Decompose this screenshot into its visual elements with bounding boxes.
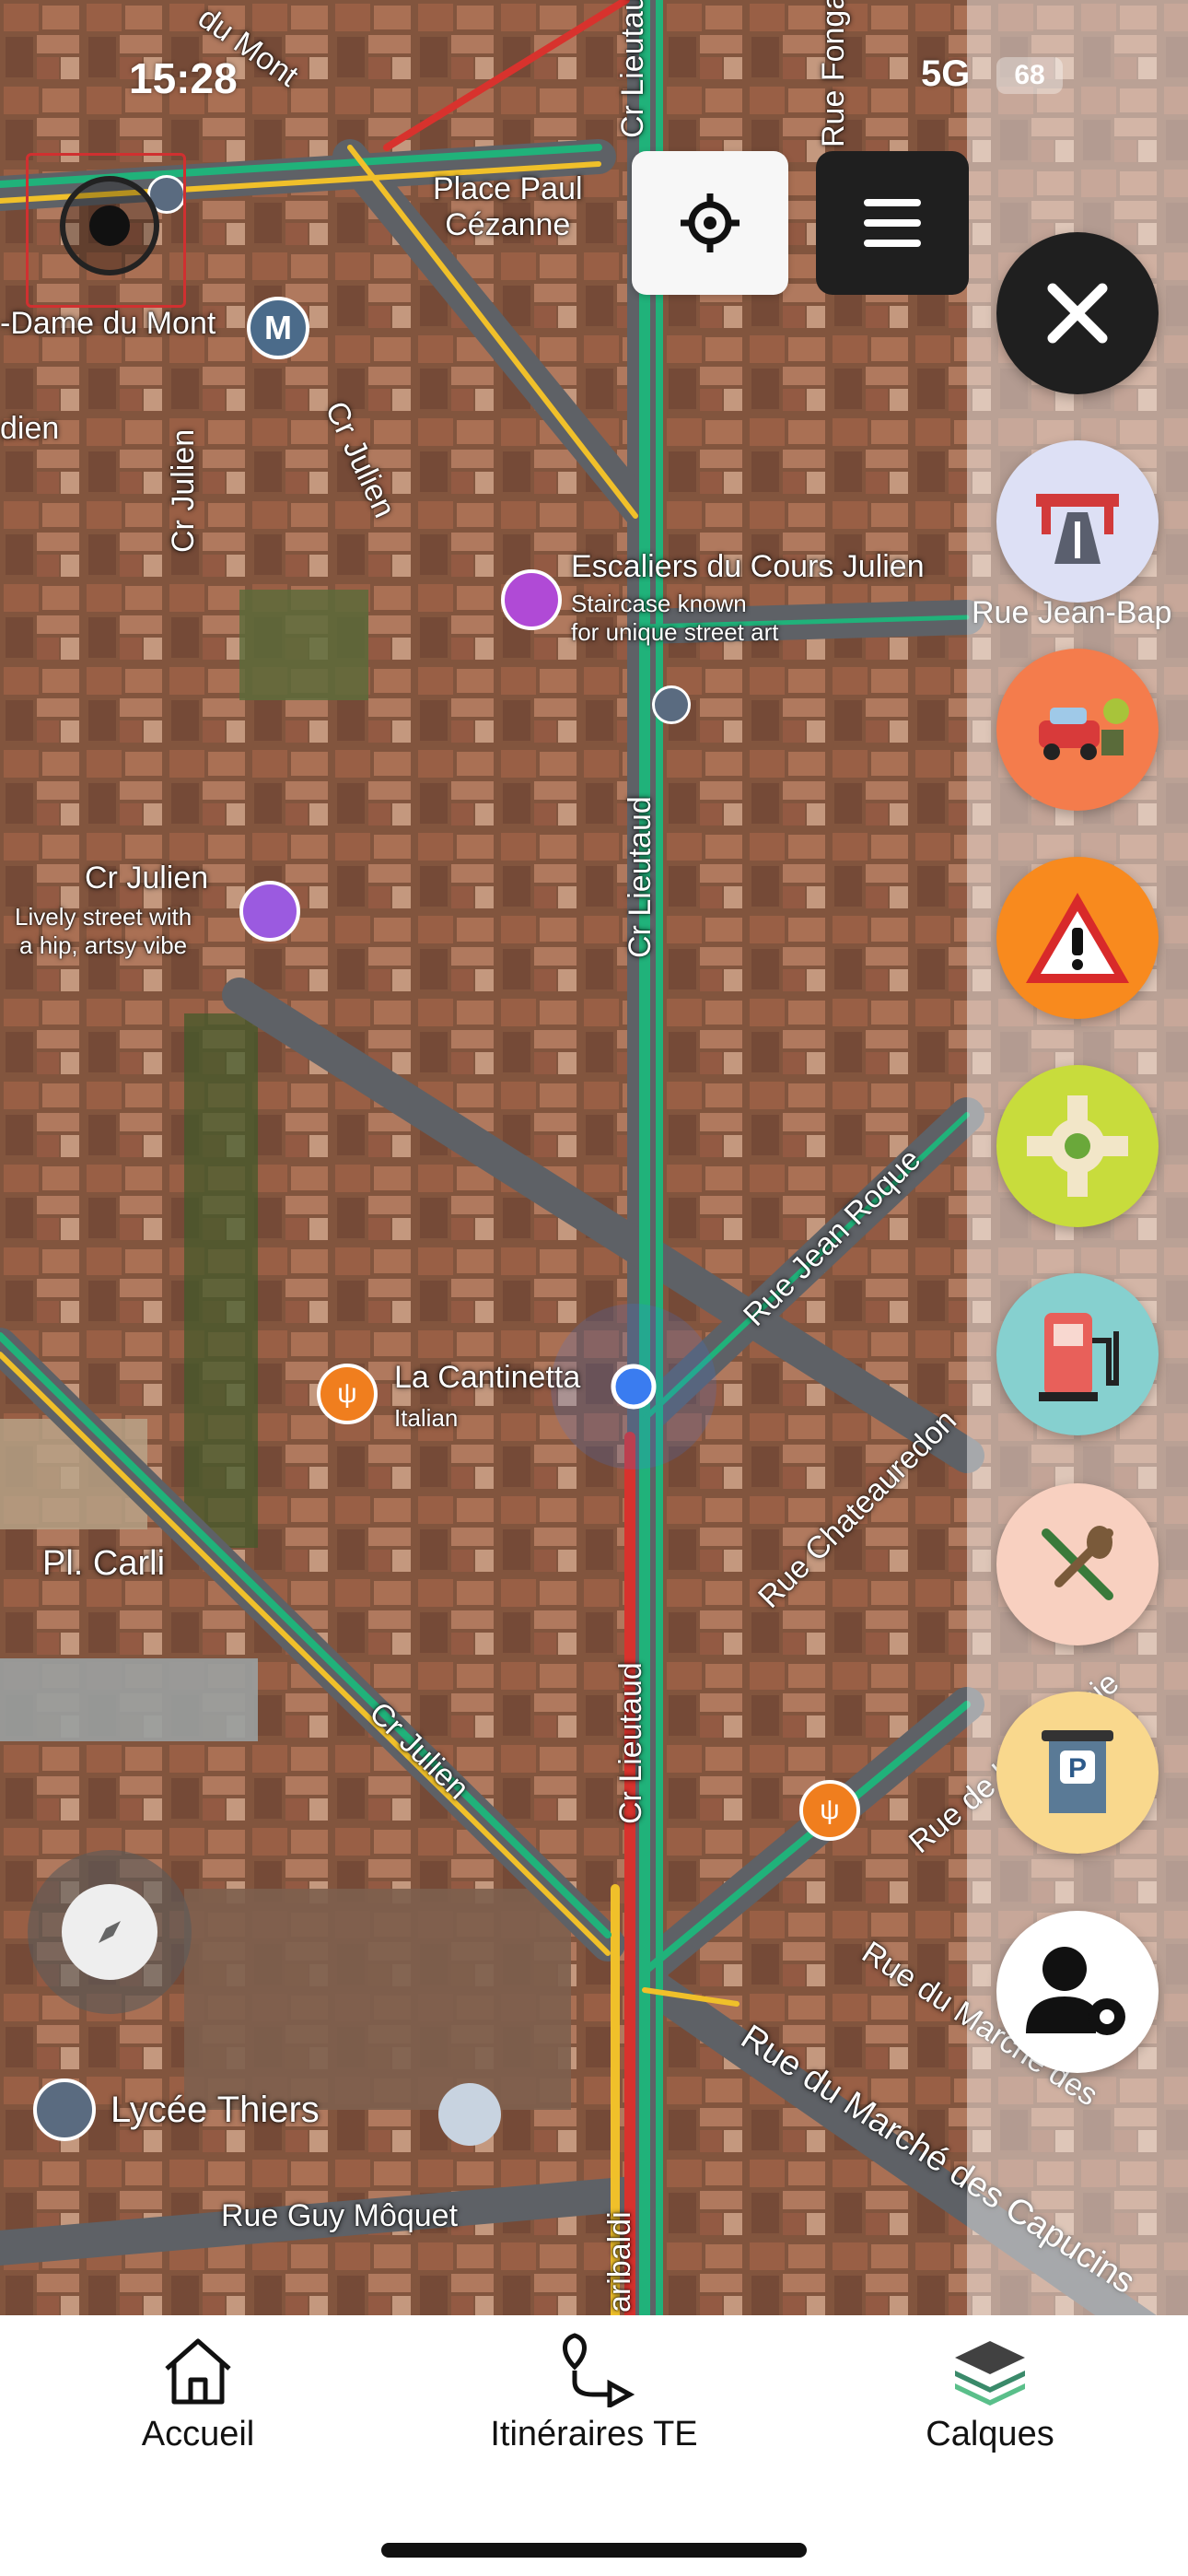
layer-fuel-button[interactable] [996,1273,1159,1435]
status-network: 5G [921,53,971,94]
layer-accident-button[interactable] [996,649,1159,811]
place-label: Pl. Carli [42,1544,166,1583]
layer-restaurant-button[interactable] [996,1483,1159,1645]
street-label: -Dame du Mont [0,306,216,341]
street-label: Rue Guy Môquet [221,2198,459,2233]
recenter-button[interactable] [632,151,788,295]
poi-title[interactable]: Escaliers du Cours Julien [571,549,925,585]
layer-bridge-button[interactable] [996,440,1159,603]
close-icon [1047,283,1108,344]
home-indicator [381,2543,807,2558]
street-label: Cr Lieutaud [613,1662,648,1824]
target-pin-icon [60,176,159,275]
bridge-icon [1036,494,1119,564]
warning-icon [1026,893,1129,983]
photo-spot-icon[interactable] [501,569,562,630]
poi-subtitle: Italian [394,1404,459,1432]
poi-title[interactable]: Cr Julien [85,861,208,896]
parking-ticket-icon: P [1042,1730,1113,1813]
car-accident-icon [1039,698,1129,760]
route-icon [563,2333,635,2407]
street-label: Rue Fonga [816,0,851,147]
nav-layers[interactable]: Calques [903,2334,1077,2454]
landmark-icon[interactable] [239,881,300,942]
fuel-station-icon [1039,1313,1119,1401]
street-label: Cr Julien [166,428,201,553]
roundabout-icon [1027,1095,1128,1197]
restaurant-marker-icon[interactable]: ψ [317,1364,378,1424]
user-settings-button[interactable] [996,1911,1159,2073]
crosshair-icon [681,193,740,252]
layers-icon [955,2341,1025,2406]
school-icon[interactable] [33,2078,96,2141]
home-icon [165,2338,231,2405]
poi-title[interactable]: La Cantinetta [394,1360,580,1396]
street-label: aribaldi [602,2211,637,2313]
street-label: Cr Lieutaud [615,0,650,138]
metro-letter: M [264,309,292,346]
bottom-nav-bar: Accueil Itinéraires TE Calques [0,2315,1188,2576]
metro-icon[interactable]: M [247,297,309,359]
svg-text:P: P [1068,1753,1087,1784]
street-label: dien [0,411,60,446]
nav-home-label: Accueil [141,2415,255,2453]
hamburger-icon [864,199,921,247]
user-settings-icon [1026,1947,1125,2035]
menu-button[interactable] [816,151,969,295]
status-time: 15:28 [129,54,238,102]
poi-subtitle: Lively street with a hip, artsy vibe [15,903,192,959]
nav-routes-label: Itinéraires TE [490,2415,698,2453]
nav-layers-label: Calques [926,2415,1054,2453]
place-label: Place Paul Cézanne [433,171,583,242]
poi-title[interactable]: Lycée Thiers [111,2090,320,2131]
layer-roundabout-button[interactable] [996,1065,1159,1227]
restaurant-marker-icon[interactable]: ψ [799,1780,860,1841]
poi-subtitle: Staircase known for unique street art [571,590,779,646]
nav-routes[interactable]: Itinéraires TE [460,2330,728,2454]
compass-button[interactable] [28,1850,192,2014]
position-box[interactable] [26,153,186,308]
street-label: Cr Lieutaud [623,796,658,958]
layer-parking-button[interactable]: P [996,1692,1159,1854]
bus-stop-icon[interactable] [652,685,691,724]
layer-warning-button[interactable] [996,857,1159,1019]
close-button[interactable] [996,232,1159,394]
utensils-icon [1042,1526,1113,1600]
compass-icon [62,1884,157,1980]
nav-home[interactable]: Accueil [111,2334,285,2454]
